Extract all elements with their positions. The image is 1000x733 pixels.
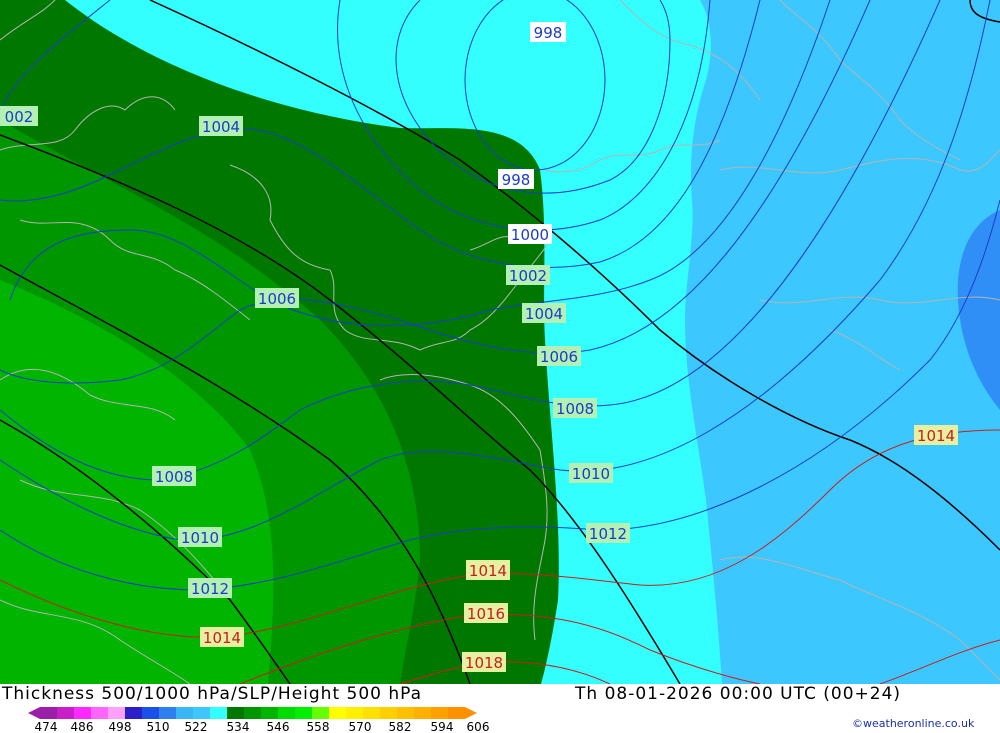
scale-tick: 570 [349,720,372,733]
svg-text:1014: 1014 [203,629,241,647]
weather-map: 998 998 1000 1002 002 1004 1004 1006 100… [0,0,1000,684]
svg-text:1004: 1004 [202,118,240,136]
svg-text:1002: 1002 [509,267,547,285]
isobar-label-1012: 1012 [188,578,232,598]
scale-tick: 582 [389,720,412,733]
isobar-label-1000: 1000 [508,224,552,244]
scale-tick: 606 [467,720,490,733]
svg-text:1010: 1010 [572,465,610,483]
svg-text:1006: 1006 [540,348,578,366]
svg-text:1010: 1010 [181,529,219,547]
isobar-label-1004: 1004 [522,303,566,323]
isobar-label-1012: 1012 [586,523,630,543]
isobar-label-1014: 1014 [914,425,958,445]
isobar-label-1010: 1010 [178,527,222,547]
svg-text:002: 002 [5,108,34,126]
scale-tick: 474 [35,720,58,733]
isobar-label-998: 998 [530,22,566,42]
scale-tick: 486 [71,720,94,733]
svg-text:1004: 1004 [525,305,563,323]
isobar-label-1008: 1008 [152,466,196,486]
isobar-label-1006: 1006 [537,346,581,366]
scale-tick: 594 [431,720,454,733]
isobar-label-1002: 002 [0,106,38,126]
map-footer: Thickness 500/1000 hPa/SLP/Height 500 hP… [0,684,1000,733]
isobar-label-1008: 1008 [553,398,597,418]
svg-text:1016: 1016 [467,605,505,623]
svg-text:1008: 1008 [155,468,193,486]
valid-time: Th 08-01-2026 00:00 UTC (00+24) [575,684,902,704]
isobar-label-1004: 1004 [199,116,243,136]
svg-text:998: 998 [534,24,563,42]
svg-text:1014: 1014 [469,562,507,580]
isobar-label-1016: 1016 [464,603,508,623]
svg-text:1000: 1000 [511,226,549,244]
isobar-label-1002: 1002 [506,265,550,285]
svg-text:1012: 1012 [191,580,229,598]
scale-bands [40,707,465,719]
isobar-label-1010: 1010 [569,463,613,483]
svg-text:1008: 1008 [556,400,594,418]
svg-text:1012: 1012 [589,525,627,543]
svg-text:998: 998 [502,171,531,189]
scale-tick: 510 [147,720,170,733]
isobar-label-998: 998 [498,169,534,189]
svg-text:1014: 1014 [917,427,955,445]
scale-right-arrow [465,707,477,719]
isobar-label-1006: 1006 [255,288,299,308]
scale-tick-labels: 474 486 498 510 522 534 546 558 570 582 … [35,720,490,733]
scale-tick: 534 [227,720,250,733]
isobar-label-1014: 1014 [466,560,510,580]
scale-tick: 522 [185,720,208,733]
svg-text:1018: 1018 [465,654,503,672]
isobar-label-1018: 1018 [462,652,506,672]
scale-tick: 558 [307,720,330,733]
credit-link[interactable]: ©weatheronline.co.uk [852,717,974,730]
scale-left-arrow [28,707,40,719]
svg-text:1006: 1006 [258,290,296,308]
scale-tick: 498 [109,720,132,733]
color-scale: 474 486 498 510 522 534 546 558 570 582 … [28,707,490,733]
scale-tick: 546 [267,720,290,733]
isobar-label-1014: 1014 [200,627,244,647]
